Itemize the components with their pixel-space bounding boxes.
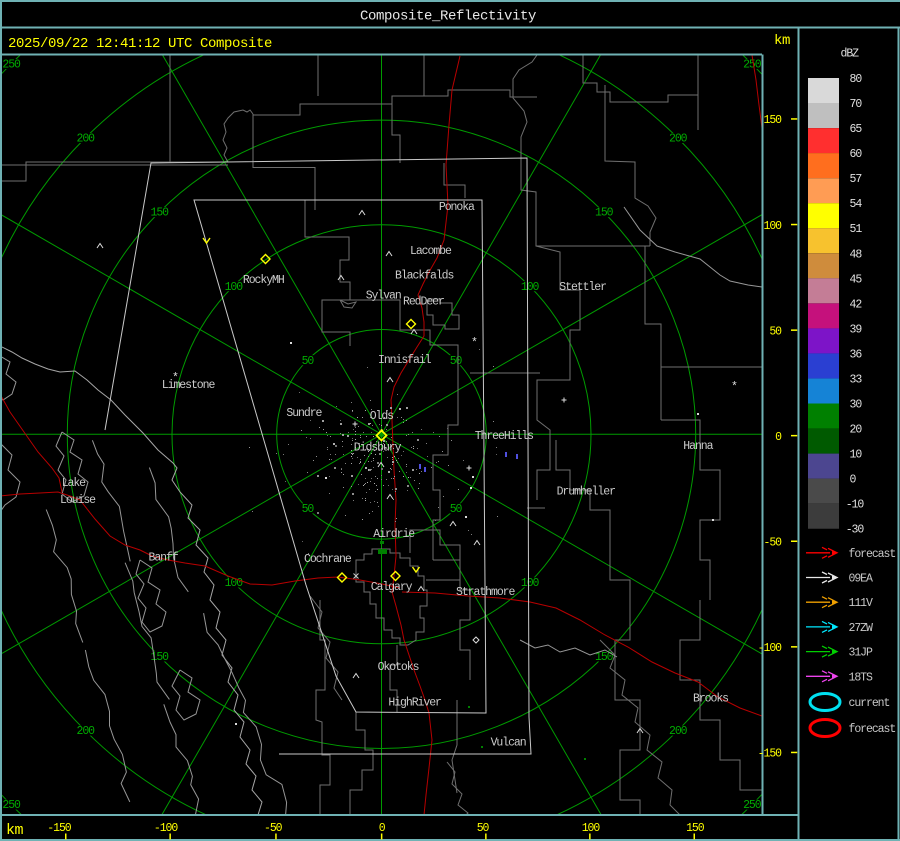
svg-text:Limestone: Limestone bbox=[162, 379, 216, 392]
svg-text:Blackfalds: Blackfalds bbox=[395, 270, 453, 283]
svg-text:Okotoks: Okotoks bbox=[378, 661, 419, 674]
svg-text:ThreeHills: ThreeHills bbox=[475, 430, 533, 443]
svg-text:RockyMH: RockyMH bbox=[243, 274, 284, 287]
svg-text:70: 70 bbox=[850, 98, 863, 111]
svg-text:51: 51 bbox=[850, 223, 863, 236]
svg-text:forecast: forecast bbox=[849, 723, 896, 736]
svg-text:20: 20 bbox=[850, 424, 863, 437]
svg-text:50: 50 bbox=[769, 325, 782, 338]
svg-text:Calgary: Calgary bbox=[371, 581, 413, 594]
svg-text:Brooks: Brooks bbox=[693, 693, 728, 706]
svg-text:30: 30 bbox=[850, 399, 863, 412]
svg-text:200: 200 bbox=[77, 725, 96, 738]
svg-text:150: 150 bbox=[595, 207, 614, 220]
svg-text:50: 50 bbox=[302, 355, 315, 368]
svg-text:250: 250 bbox=[2, 59, 21, 72]
svg-text:31JP: 31JP bbox=[849, 647, 873, 660]
svg-text:HighRiver: HighRiver bbox=[388, 697, 441, 710]
svg-text:27ZW: 27ZW bbox=[849, 622, 873, 635]
svg-text:18TS: 18TS bbox=[849, 671, 873, 684]
svg-text:2025/09/22 12:41:12 UTC Compos: 2025/09/22 12:41:12 UTC Composite bbox=[8, 36, 272, 52]
svg-text:09EA: 09EA bbox=[849, 573, 873, 586]
svg-text:100: 100 bbox=[225, 281, 244, 294]
svg-text:Lake: Lake bbox=[62, 477, 86, 490]
svg-text:150: 150 bbox=[686, 822, 705, 835]
svg-text:200: 200 bbox=[669, 725, 688, 738]
svg-text:Composite_Reflectivity: Composite_Reflectivity bbox=[360, 9, 536, 25]
svg-text:Drumheller: Drumheller bbox=[557, 486, 615, 499]
svg-text:-100: -100 bbox=[154, 822, 178, 835]
svg-text:km: km bbox=[6, 822, 24, 839]
svg-text:57: 57 bbox=[850, 173, 862, 186]
svg-text:Hanna: Hanna bbox=[683, 440, 713, 453]
svg-text:current: current bbox=[849, 697, 890, 710]
svg-text:80: 80 bbox=[850, 73, 863, 86]
svg-text:Innisfail: Innisfail bbox=[378, 354, 432, 367]
svg-text:54: 54 bbox=[850, 198, 863, 211]
svg-text:-50: -50 bbox=[264, 822, 283, 835]
svg-text:50: 50 bbox=[450, 355, 463, 368]
svg-text:250: 250 bbox=[2, 799, 21, 812]
svg-text:250: 250 bbox=[743, 799, 762, 812]
svg-text:50: 50 bbox=[302, 503, 315, 516]
svg-text:-10: -10 bbox=[846, 499, 865, 512]
svg-text:111V: 111V bbox=[849, 597, 873, 610]
svg-text:Cochrane: Cochrane bbox=[304, 553, 352, 566]
svg-text:150: 150 bbox=[151, 207, 170, 220]
svg-text:Ponoka: Ponoka bbox=[439, 201, 475, 214]
svg-text:39: 39 bbox=[850, 323, 863, 336]
svg-text:100: 100 bbox=[521, 577, 540, 590]
svg-text:Sundre: Sundre bbox=[286, 407, 322, 420]
svg-text:dBZ: dBZ bbox=[841, 48, 860, 61]
svg-text:36: 36 bbox=[850, 348, 863, 361]
svg-text:200: 200 bbox=[669, 133, 688, 146]
svg-text:100: 100 bbox=[521, 281, 540, 294]
svg-text:200: 200 bbox=[77, 133, 96, 146]
svg-text:Olds: Olds bbox=[370, 410, 393, 423]
svg-text:Lacombe: Lacombe bbox=[410, 245, 452, 258]
svg-text:100: 100 bbox=[764, 220, 783, 233]
svg-text:Airdrie: Airdrie bbox=[373, 528, 415, 541]
svg-text:100: 100 bbox=[225, 577, 244, 590]
svg-text:forecast: forecast bbox=[849, 548, 896, 561]
svg-text:100: 100 bbox=[582, 822, 601, 835]
svg-text:Banff: Banff bbox=[149, 552, 179, 565]
svg-text:50: 50 bbox=[450, 503, 463, 516]
svg-text:*: * bbox=[471, 337, 477, 350]
svg-text:Louise: Louise bbox=[60, 494, 96, 507]
svg-text:Sylvan: Sylvan bbox=[366, 290, 401, 303]
svg-text:45: 45 bbox=[850, 273, 863, 286]
svg-text:*: * bbox=[731, 381, 737, 394]
svg-text:60: 60 bbox=[850, 148, 863, 161]
svg-text:-150: -150 bbox=[758, 748, 782, 761]
svg-text:10: 10 bbox=[850, 449, 863, 462]
svg-text:Stettler: Stettler bbox=[559, 281, 606, 294]
svg-text:42: 42 bbox=[850, 298, 863, 311]
svg-text:48: 48 bbox=[850, 248, 863, 261]
svg-text:km: km bbox=[774, 33, 790, 49]
svg-text:150: 150 bbox=[764, 114, 783, 127]
svg-text:RedDeer: RedDeer bbox=[403, 296, 444, 309]
svg-text:-100: -100 bbox=[758, 642, 782, 655]
svg-text:-30: -30 bbox=[846, 524, 865, 537]
svg-text:50: 50 bbox=[477, 822, 490, 835]
svg-text:Vulcan: Vulcan bbox=[491, 737, 526, 750]
svg-text:Didsbury: Didsbury bbox=[354, 442, 402, 455]
svg-text:Strathmore: Strathmore bbox=[456, 586, 515, 599]
svg-text:33: 33 bbox=[850, 374, 863, 387]
svg-text:-150: -150 bbox=[47, 822, 71, 835]
svg-text:65: 65 bbox=[850, 123, 863, 136]
svg-text:-50: -50 bbox=[764, 537, 783, 550]
